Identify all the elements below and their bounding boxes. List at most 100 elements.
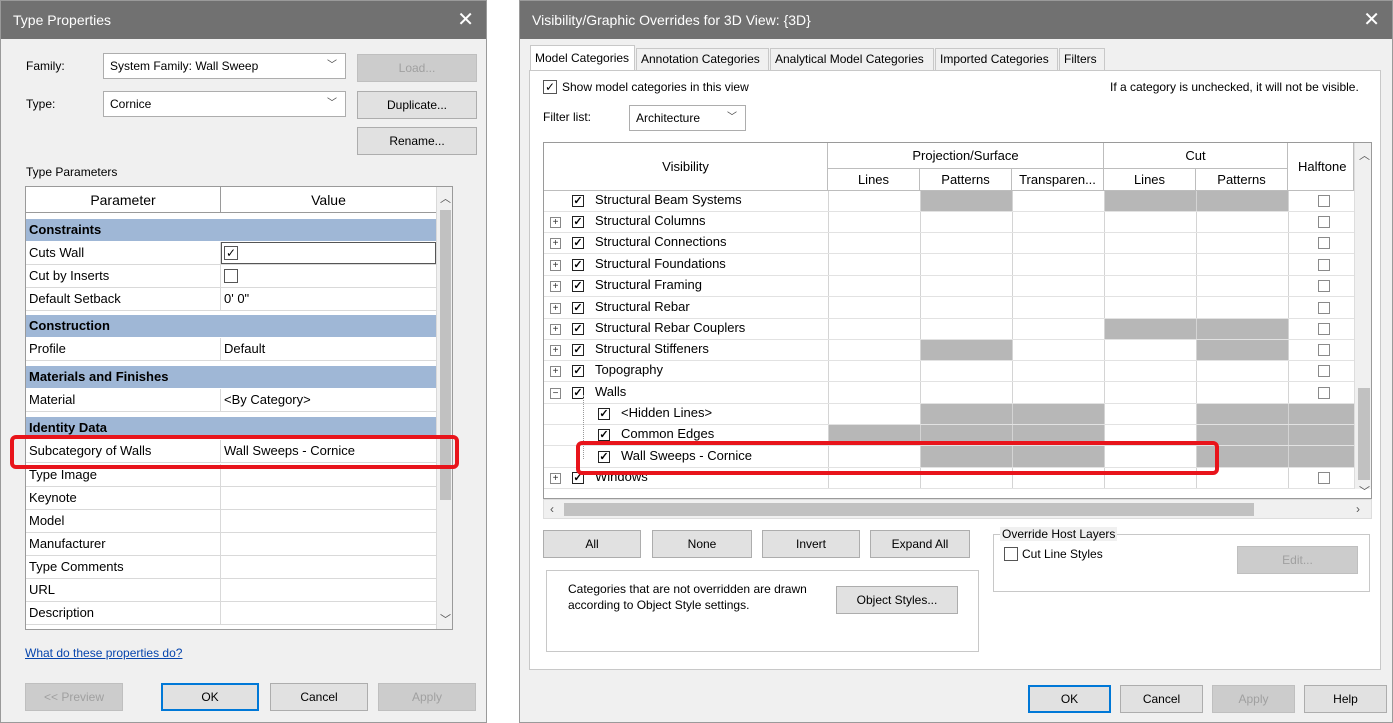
list-item[interactable]: + ✓ Structural Rebar Couplers — [544, 319, 1371, 341]
scroll-thumb[interactable] — [1358, 388, 1370, 480]
value-editor[interactable] — [221, 242, 436, 264]
halftone-checkbox[interactable] — [1318, 237, 1330, 249]
object-styles-button[interactable]: Object Styles... — [836, 586, 958, 614]
halftone-checkbox[interactable] — [1318, 365, 1330, 377]
cut-line-styles-checkbox[interactable] — [1004, 547, 1018, 561]
header-halftone[interactable]: Halftone — [1288, 143, 1354, 191]
list-item[interactable]: + ✓ Structural Foundations — [544, 255, 1371, 277]
duplicate-button[interactable]: Duplicate... — [357, 91, 477, 119]
table-row[interactable]: Profile Default — [26, 338, 436, 361]
expand-icon[interactable]: + — [550, 473, 561, 484]
scroll-right-icon[interactable]: › — [1356, 502, 1360, 516]
visibility-checkbox[interactable]: ✓ — [572, 216, 584, 228]
expand-icon[interactable]: + — [550, 303, 561, 314]
preview-button[interactable]: << Preview — [25, 683, 123, 711]
expand-icon[interactable]: + — [550, 281, 561, 292]
filter-list-select[interactable]: Architecture ﹀ — [629, 105, 746, 131]
column-header-value[interactable]: Value — [221, 192, 436, 208]
scroll-down-icon[interactable]: ﹀ — [440, 611, 451, 627]
list-item[interactable]: + ✓ Structural Rebar — [544, 298, 1371, 320]
ok-button[interactable]: OK — [1028, 685, 1111, 713]
halftone-checkbox[interactable] — [1318, 216, 1330, 228]
list-item[interactable]: + ✓ Structural Columns — [544, 212, 1371, 234]
scroll-thumb[interactable] — [564, 503, 1254, 516]
tab-filters[interactable]: Filters — [1059, 48, 1105, 70]
cancel-button[interactable]: Cancel — [1120, 685, 1203, 713]
header-proj-lines[interactable]: Lines — [828, 169, 920, 191]
scroll-left-icon[interactable]: ‹ — [550, 502, 554, 516]
header-cut-patterns[interactable]: Patterns — [1196, 169, 1288, 191]
table-row[interactable]: Manufacturer — [26, 533, 436, 556]
table-row[interactable]: Keynote — [26, 487, 436, 510]
visibility-checkbox[interactable]: ✓ — [572, 259, 584, 271]
apply-button[interactable]: Apply — [378, 683, 476, 711]
halftone-checkbox[interactable] — [1318, 323, 1330, 335]
list-item[interactable]: ✓ <Hidden Lines> — [544, 404, 1371, 426]
load-button[interactable]: Load... — [357, 54, 477, 82]
halftone-checkbox[interactable] — [1318, 302, 1330, 314]
group-construction[interactable]: Construction ⌃ — [26, 315, 451, 337]
horizontal-scrollbar[interactable]: ‹ › — [543, 499, 1372, 519]
halftone-checkbox[interactable] — [1318, 280, 1330, 292]
table-row[interactable]: Type Comments — [26, 556, 436, 579]
visibility-checkbox[interactable]: ✓ — [572, 365, 584, 377]
scroll-down-icon[interactable]: ﹀ — [1359, 483, 1370, 498]
list-item[interactable]: + ✓ Structural Connections — [544, 233, 1371, 255]
tab-imported-categories[interactable]: Imported Categories — [935, 48, 1058, 70]
visibility-checkbox[interactable]: ✓ — [572, 280, 584, 292]
group-materials[interactable]: Materials and Finishes ⌃ — [26, 366, 451, 388]
halftone-checkbox[interactable] — [1318, 472, 1330, 484]
close-icon[interactable]: ✕ — [1363, 1, 1380, 39]
tab-annotation-categories[interactable]: Annotation Categories — [636, 48, 769, 70]
help-link[interactable]: What do these properties do? — [25, 646, 182, 660]
visibility-checkbox[interactable]: ✓ — [572, 302, 584, 314]
header-proj-patterns[interactable]: Patterns — [920, 169, 1012, 191]
list-item[interactable]: + ✓ Topography — [544, 361, 1371, 383]
close-icon[interactable]: ✕ — [457, 1, 474, 39]
list-item[interactable]: ✓ Structural Beam Systems — [544, 191, 1371, 213]
halftone-checkbox[interactable] — [1318, 259, 1330, 271]
halftone-checkbox[interactable] — [1318, 195, 1330, 207]
table-row[interactable]: Cut by Inserts — [26, 265, 436, 288]
vertical-scrollbar[interactable]: ︿ ﹀ — [436, 187, 452, 629]
cut-line-styles-label[interactable]: Cut Line Styles — [1022, 547, 1103, 561]
visibility-checkbox[interactable]: ✓ — [598, 429, 610, 441]
table-row[interactable]: URL — [26, 579, 436, 602]
show-model-categories-label[interactable]: Show model categories in this view — [562, 80, 749, 94]
help-button[interactable]: Help — [1304, 685, 1387, 713]
table-row[interactable]: Material <By Category> — [26, 389, 436, 412]
tab-analytical-model-categories[interactable]: Analytical Model Categories — [770, 48, 934, 70]
all-button[interactable]: All — [543, 530, 641, 558]
list-item[interactable]: − ✓ Walls — [544, 383, 1371, 405]
expand-icon[interactable]: + — [550, 324, 561, 335]
halftone-checkbox[interactable] — [1318, 387, 1330, 399]
none-button[interactable]: None — [652, 530, 752, 558]
visibility-checkbox[interactable]: ✓ — [598, 408, 610, 420]
column-header-parameter[interactable]: Parameter — [26, 192, 220, 208]
vertical-scrollbar[interactable]: ︿ ﹀ — [1354, 143, 1371, 498]
expand-icon[interactable]: + — [550, 217, 561, 228]
collapse-icon[interactable]: − — [550, 388, 561, 399]
table-row[interactable]: Model — [26, 510, 436, 533]
visibility-checkbox[interactable]: ✓ — [572, 195, 584, 207]
expand-icon[interactable]: + — [550, 238, 561, 249]
apply-button[interactable]: Apply — [1212, 685, 1295, 713]
header-transparency[interactable]: Transparen... — [1012, 169, 1104, 191]
rename-button[interactable]: Rename... — [357, 127, 477, 155]
ok-button[interactable]: OK — [161, 683, 259, 711]
expand-all-button[interactable]: Expand All — [870, 530, 970, 558]
header-cut-lines[interactable]: Lines — [1104, 169, 1196, 191]
scroll-up-icon[interactable]: ︿ — [440, 190, 451, 206]
table-row[interactable]: Description — [26, 602, 436, 625]
visibility-checkbox[interactable]: ✓ — [572, 237, 584, 249]
edit-button[interactable]: Edit... — [1237, 546, 1358, 574]
cancel-button[interactable]: Cancel — [270, 683, 368, 711]
show-model-categories-checkbox[interactable]: ✓ — [543, 80, 557, 94]
halftone-checkbox[interactable] — [1318, 344, 1330, 356]
header-visibility[interactable]: Visibility — [544, 143, 828, 191]
table-row[interactable]: Cuts Wall ✓ — [26, 242, 436, 265]
type-select[interactable]: Cornice ﹀ — [103, 91, 346, 117]
list-item[interactable]: + ✓ Structural Stiffeners — [544, 340, 1371, 362]
cuts-wall-checkbox[interactable]: ✓ — [224, 246, 238, 260]
visibility-checkbox[interactable]: ✓ — [572, 344, 584, 356]
